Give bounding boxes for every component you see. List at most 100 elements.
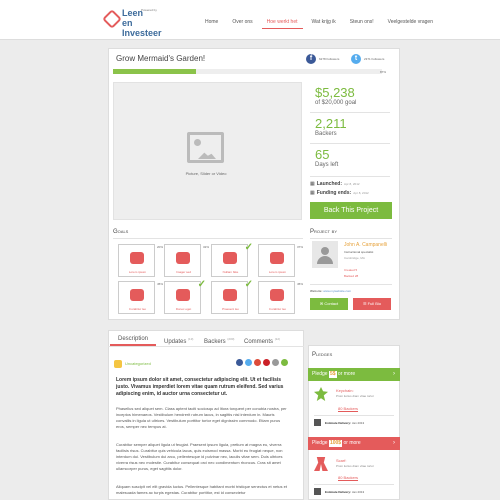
goal-percent: 45% bbox=[296, 282, 303, 286]
calendar-icon: ▦ bbox=[310, 190, 315, 196]
tab-label: Backers bbox=[204, 339, 226, 345]
twitter-icon[interactable] bbox=[245, 359, 252, 366]
tab-count: (230) bbox=[227, 337, 235, 341]
website-link[interactable]: www.mywebsite.com bbox=[323, 289, 351, 293]
divider bbox=[310, 143, 390, 144]
goal-tile[interactable]: ✓ Donec eget bbox=[164, 280, 206, 314]
share-icon[interactable] bbox=[281, 359, 288, 366]
google-plus-icon[interactable] bbox=[254, 359, 261, 366]
funding-progress-fill bbox=[113, 69, 197, 74]
funding-ends-date: Apr 8, 2012 bbox=[353, 191, 369, 195]
nav-item-over-ons[interactable]: Over ons bbox=[227, 15, 258, 29]
arrow-right-icon: › bbox=[393, 371, 395, 377]
creator-created: Created 5 bbox=[344, 268, 358, 272]
delivery-date: Jan 2013 bbox=[351, 490, 365, 494]
arrow-right-icon: › bbox=[393, 440, 395, 446]
category-link[interactable]: Uncategorized bbox=[125, 361, 151, 366]
tab-updates[interactable]: Updates (13) bbox=[164, 332, 193, 346]
goal-reward-icon bbox=[176, 252, 190, 264]
facebook-icon[interactable] bbox=[236, 359, 243, 366]
goal-tile[interactable]: 37% Lorem ipsum bbox=[258, 244, 303, 277]
logo-line2: en Investeer bbox=[122, 18, 162, 38]
pledge-name-label: Keychain: bbox=[336, 388, 354, 393]
nav-item-steun-ons[interactable]: Steun ons! bbox=[344, 15, 379, 29]
goals-heading: Goals bbox=[113, 229, 129, 235]
goal-tile[interactable]: ✓ Praesent leo bbox=[211, 280, 253, 314]
goal-tile[interactable]: 45% Curabitur leo bbox=[258, 281, 303, 314]
pledge-name: Keychain: bbox=[336, 388, 354, 393]
pledge-header[interactable]: Pledge 5$ or more › bbox=[308, 368, 400, 381]
project-title: Grow Mermaid's Garden! bbox=[116, 54, 206, 63]
picture-icon-sun bbox=[194, 139, 201, 146]
facebook-share[interactable]: f 6278 Followers bbox=[306, 54, 339, 64]
creator-location: Cambridge, MA bbox=[344, 256, 365, 260]
divider bbox=[310, 238, 392, 239]
contact-button-label: Contact bbox=[324, 301, 339, 306]
goal-reward-icon bbox=[223, 289, 237, 301]
goal-tile[interactable]: 32% Imager sed bbox=[164, 244, 209, 277]
goal-label: Lorem ipsum bbox=[128, 270, 147, 274]
pledge-delivery: Estimate Delivery: Jan 2013 bbox=[325, 421, 364, 425]
description-lead: Lorem ipsum dolor sit amet, consectetur … bbox=[116, 377, 284, 397]
funding-ends-label: Funding ends: bbox=[316, 190, 352, 196]
checkmark-icon: ✓ bbox=[244, 242, 253, 253]
goal-reward-icon bbox=[176, 289, 190, 301]
facebook-icon: f bbox=[306, 54, 316, 64]
email-icon[interactable] bbox=[272, 359, 279, 366]
nav-item-wat-krijg-ik[interactable]: Wat krijg ik bbox=[306, 15, 341, 29]
goal-label: Nullam bike bbox=[222, 270, 239, 274]
contact-button[interactable]: ✉ Contact bbox=[310, 298, 348, 310]
divider bbox=[108, 346, 304, 347]
pledge-backers-link[interactable]: 80 Backers bbox=[338, 475, 358, 480]
website-row: Website: www.mywebsite.com bbox=[310, 289, 351, 293]
description-paragraph: Phasellus sed aliquet sem. Class aptent … bbox=[116, 406, 287, 429]
nav-item-hoe-werkt-het[interactable]: Hoe werkt het bbox=[261, 15, 303, 29]
pledge-header[interactable]: Pledge 100$ or more › bbox=[308, 437, 400, 450]
tab-description[interactable]: Description bbox=[110, 332, 156, 346]
goal-label: Curabitur leo bbox=[128, 307, 147, 311]
pledge-suffix: or more bbox=[337, 371, 356, 377]
tab-comments[interactable]: Comments (12) bbox=[244, 332, 280, 346]
description-paragraph: Aliquam suscipit vel elit gravida luctus… bbox=[116, 484, 287, 495]
pledged-goal: of $20,000 goal bbox=[315, 100, 357, 106]
twitter-icon: t bbox=[351, 54, 361, 64]
goal-percent: 37% bbox=[296, 245, 303, 249]
stat-pledged: $5,238 of $20,000 goal bbox=[315, 85, 356, 106]
top-bar: Leen en Investeer Powered by Home Over o… bbox=[0, 0, 500, 40]
facebook-followers: 6278 Followers bbox=[319, 57, 340, 61]
pledge-name: Scarf: bbox=[336, 458, 346, 463]
divider bbox=[314, 415, 394, 416]
logo-mark-icon bbox=[102, 9, 122, 29]
twitter-share[interactable]: t 2371 Followers bbox=[351, 54, 384, 64]
description-paragraph: Curabitur semper aliquet ligula ut feugi… bbox=[116, 442, 283, 471]
goal-tile[interactable]: 45% Curabitur leo bbox=[118, 281, 163, 314]
checkmark-icon: ✓ bbox=[244, 279, 253, 290]
pinterest-icon[interactable] bbox=[263, 359, 270, 366]
creator-name[interactable]: John A. Campanelli bbox=[344, 242, 387, 248]
goal-reward-icon bbox=[270, 289, 284, 301]
pledge-description: Proin luctus diam vitae tortor bbox=[336, 464, 375, 468]
launched-date: Apr 8, 2012 bbox=[344, 182, 360, 186]
pledge-description: Proin luctus diam vitae tortor bbox=[336, 394, 375, 398]
nav-item-veelgestelde-vragen[interactable]: Veelgestelde vragen bbox=[382, 15, 438, 29]
tab-backers[interactable]: Backers (230) bbox=[204, 332, 234, 346]
twitter-followers: 2371 Followers bbox=[364, 57, 385, 61]
tab-label: Comments bbox=[244, 339, 274, 345]
pledge-backers-link[interactable]: 80 Backers bbox=[338, 406, 358, 411]
goal-percent: 32% bbox=[202, 245, 209, 249]
back-project-button[interactable]: Back This Project bbox=[310, 202, 392, 219]
nav-item-home[interactable]: Home bbox=[200, 15, 224, 29]
goal-tile[interactable]: ✓ Nullam bike bbox=[211, 243, 253, 277]
delivery-label: Estimate Delivery: bbox=[325, 490, 352, 494]
divider bbox=[310, 112, 390, 113]
launched-label: Launched: bbox=[316, 181, 343, 187]
full-bio-button[interactable]: ☰ Full Bio bbox=[353, 298, 391, 310]
divider bbox=[310, 284, 392, 285]
logo[interactable]: Leen en Investeer Powered by bbox=[102, 8, 170, 38]
goal-tile[interactable]: 20% Lorem ipsum bbox=[118, 244, 163, 277]
days-count: 65 bbox=[315, 147, 330, 162]
pledge-amount: 100$ bbox=[328, 440, 343, 447]
pledged-amount: $5,238 bbox=[315, 85, 355, 100]
delivery-label: Estimate Delivery: bbox=[325, 421, 352, 425]
full-bio-button-label: Full Bio bbox=[367, 301, 382, 306]
